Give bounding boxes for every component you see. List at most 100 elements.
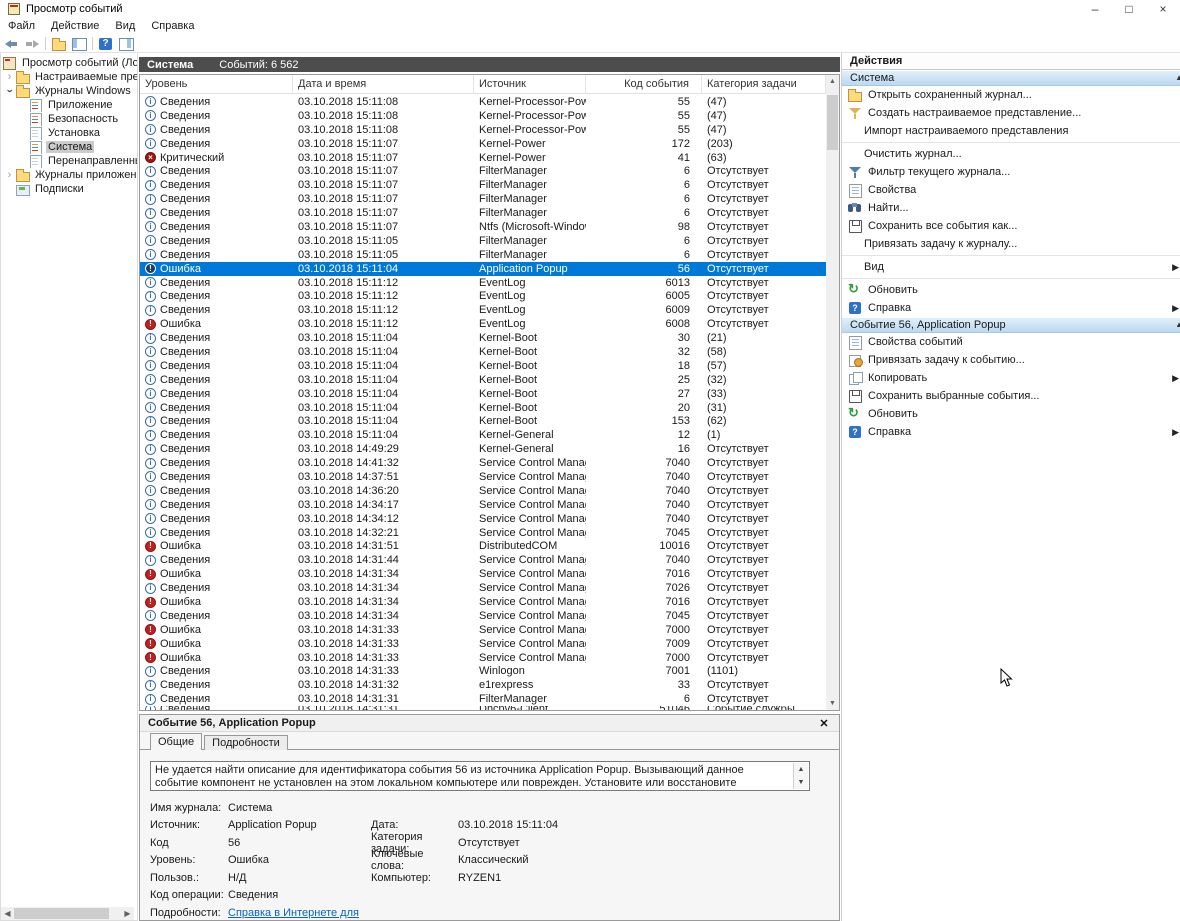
action-pane-button[interactable] xyxy=(116,36,136,52)
action-attach-task-to-log[interactable]: Привязать задачу к журналу... xyxy=(842,235,1180,253)
table-row[interactable]: i Сведения 03.10.2018 15:11:04 Kernel-Boot 1… xyxy=(140,414,826,428)
menu-item[interactable]: Действие xyxy=(43,18,107,35)
action-save-selected-events[interactable]: Сохранить выбранные события... xyxy=(842,387,1180,405)
table-row[interactable]: × Критический 03.10.2018 15:11:07 Kernel-Po… xyxy=(140,151,826,165)
sidebar-item[interactable]: Приложение xyxy=(1,98,137,112)
action-filter-current-log[interactable]: Фильтр текущего журнала... xyxy=(842,163,1180,181)
sidebar-item[interactable]: Система xyxy=(1,140,137,154)
table-row[interactable]: ! Ошибка 03.10.2018 14:31:33 Service Contro… xyxy=(140,651,826,665)
table-row[interactable]: i Сведения 03.10.2018 15:11:05 FilterManage… xyxy=(140,248,826,262)
action-save-all-events[interactable]: Сохранить все события как... xyxy=(842,217,1180,235)
sidebar-item[interactable]: Перенаправленные соб xyxy=(1,154,137,168)
column-header[interactable]: Источник xyxy=(474,75,586,94)
table-row[interactable]: i Сведения 03.10.2018 15:11:12 EventLog 6013… xyxy=(140,276,826,290)
table-row[interactable]: i Сведения 03.10.2018 15:11:04 Kernel-Boot 3… xyxy=(140,345,826,359)
table-row[interactable]: i Сведения 03.10.2018 14:49:29 Kernel-Gener… xyxy=(140,442,826,456)
actions-section-header[interactable]: Система ▲ xyxy=(842,70,1180,86)
action-event-properties[interactable]: Свойства событий xyxy=(842,333,1180,351)
sidebar-item[interactable]: › Журналы Windows xyxy=(1,84,137,98)
table-row[interactable]: i Сведения 03.10.2018 15:11:07 FilterManage… xyxy=(140,206,826,220)
sidebar-item[interactable]: Установка xyxy=(1,126,137,140)
action-copy[interactable]: Копировать ▶ xyxy=(842,369,1180,387)
column-header[interactable]: Код события xyxy=(586,75,702,94)
table-row[interactable]: i Сведения 03.10.2018 14:32:21 Service Cont… xyxy=(140,526,826,540)
table-row[interactable]: i Сведения 03.10.2018 14:31:31Dhcpv6-Clien… xyxy=(140,706,826,710)
table-row[interactable]: ! Ошибка 03.10.2018 14:31:51 DistributedCOM… xyxy=(140,540,826,554)
table-row[interactable]: i Сведения 03.10.2018 15:11:07 Ntfs (Micros… xyxy=(140,220,826,234)
action-attach-task-to-event[interactable]: Привязать задачу к событию... xyxy=(842,351,1180,369)
action-clear-log[interactable]: Очистить журнал... xyxy=(842,145,1180,163)
table-row[interactable]: i Сведения 03.10.2018 15:11:05 FilterManage… xyxy=(140,234,826,248)
table-row[interactable]: ! Ошибка 03.10.2018 14:31:33 Service Contro… xyxy=(140,623,826,637)
table-row[interactable]: i Сведения 03.10.2018 14:31:34 Service Cont… xyxy=(140,609,826,623)
tree-horizontal-scrollbar[interactable]: ◀ ▶ xyxy=(1,907,134,920)
details-close-icon[interactable]: ✕ xyxy=(817,717,831,730)
table-row[interactable]: ! Ошибка 03.10.2018 15:11:12 EventLog 6008 От… xyxy=(140,317,826,331)
back-button[interactable] xyxy=(2,36,22,52)
table-row[interactable]: i Сведения 03.10.2018 15:11:08 Kernel-Proce… xyxy=(140,109,826,123)
expander-expanded-icon[interactable]: › xyxy=(4,85,16,98)
column-header[interactable]: Уровень xyxy=(140,75,293,94)
action-properties[interactable]: Свойства xyxy=(842,181,1180,199)
table-row[interactable]: ! Ошибка 03.10.2018 15:11:04 Application Po… xyxy=(140,261,826,276)
table-row[interactable]: i Сведения 03.10.2018 14:34:12 Service Cont… xyxy=(140,512,826,526)
close-button[interactable]: × xyxy=(1146,0,1180,18)
actions-section-header[interactable]: Событие 56, Application Popup ▲ xyxy=(842,317,1180,333)
table-row[interactable]: i Сведения 03.10.2018 14:36:20 Service Cont… xyxy=(140,484,826,498)
action-refresh[interactable]: Обновить xyxy=(842,281,1180,299)
menu-item[interactable]: Вид xyxy=(107,18,143,35)
sidebar-item[interactable]: Просмотр событий (Локальнь xyxy=(1,56,137,70)
table-row[interactable]: i Сведения 03.10.2018 15:11:07 FilterManage… xyxy=(140,164,826,178)
table-row[interactable]: i Сведения 03.10.2018 15:11:04 Kernel-Boot 2… xyxy=(140,387,826,401)
sidebar-item[interactable]: Безопасность xyxy=(1,112,137,126)
action-help[interactable]: Справка ▶ xyxy=(842,299,1180,317)
action-help-event[interactable]: Справка ▶ xyxy=(842,423,1180,441)
help-button[interactable] xyxy=(96,36,116,52)
action-open-saved-log[interactable]: Открыть сохраненный журнал... xyxy=(842,86,1180,104)
scroll-down-icon[interactable]: ▼ xyxy=(826,697,839,710)
table-row[interactable]: i Сведения 03.10.2018 15:11:07 FilterManage… xyxy=(140,178,826,192)
action-find[interactable]: Найти... xyxy=(842,199,1180,217)
column-header[interactable]: Дата и время xyxy=(293,75,474,94)
sidebar-item[interactable]: › Настраиваемые представл xyxy=(1,70,137,84)
table-row[interactable]: ! Ошибка 03.10.2018 14:31:34 Service Contro… xyxy=(140,595,826,609)
table-row[interactable]: i Сведения 03.10.2018 14:31:33 Winlogon 7001… xyxy=(140,665,826,679)
tab-details[interactable]: Подробности xyxy=(204,735,288,750)
table-row[interactable]: i Сведения 03.10.2018 14:31:31 FilterManage… xyxy=(140,692,826,706)
table-row[interactable]: i Сведения 03.10.2018 14:31:32 e1rexpress 33… xyxy=(140,678,826,692)
table-row[interactable]: ! Ошибка 03.10.2018 14:31:34 Service Contro… xyxy=(140,567,826,581)
expander-collapsed-icon[interactable]: › xyxy=(3,169,16,181)
table-row[interactable]: i Сведения 03.10.2018 14:37:51 Service Cont… xyxy=(140,470,826,484)
maximize-button[interactable]: □ xyxy=(1112,0,1146,18)
scroll-down-icon[interactable]: ▼ xyxy=(794,776,808,789)
table-row[interactable]: i Сведения 03.10.2018 15:11:04 Kernel-Boot 3… xyxy=(140,331,826,345)
events-vertical-scrollbar[interactable]: ▲ ▼ xyxy=(826,75,839,710)
forward-button[interactable] xyxy=(22,36,42,52)
expander-collapsed-icon[interactable]: › xyxy=(3,71,16,83)
scroll-up-icon[interactable]: ▲ xyxy=(794,763,808,776)
table-row[interactable]: i Сведения 03.10.2018 14:31:44 Service Cont… xyxy=(140,553,826,567)
sidebar-item[interactable]: Подписки xyxy=(1,182,137,196)
tab-general[interactable]: Общие xyxy=(150,733,203,750)
scrollbar-thumb[interactable] xyxy=(827,95,838,150)
table-row[interactable]: i Сведения 03.10.2018 15:11:04 Kernel-Boot 1… xyxy=(140,359,826,373)
action-import-custom-view[interactable]: Импорт настраиваемого представления xyxy=(842,122,1180,140)
table-row[interactable]: i Сведения 03.10.2018 15:11:12 EventLog 6009… xyxy=(140,303,826,317)
open-saved-log-button[interactable] xyxy=(49,36,69,52)
collapse-icon[interactable]: ▲ xyxy=(1175,317,1180,333)
table-row[interactable]: i Сведения 03.10.2018 15:11:08 Kernel-Proce… xyxy=(140,123,826,137)
table-row[interactable]: i Сведения 03.10.2018 15:11:04 Kernel-Boot 2… xyxy=(140,401,826,415)
scrollbar-thumb[interactable] xyxy=(14,908,109,919)
sidebar-item[interactable]: › Журналы приложений и сл xyxy=(1,168,137,182)
column-header[interactable]: Категория задачи xyxy=(702,75,826,94)
online-help-link[interactable]: Справка в Интернете для xyxy=(228,907,371,919)
menu-item[interactable]: Файл xyxy=(0,18,43,35)
table-row[interactable]: i Сведения 03.10.2018 14:31:34 Service Cont… xyxy=(140,581,826,595)
table-row[interactable]: i Сведения 03.10.2018 15:11:07 Kernel-Power… xyxy=(140,137,826,151)
menu-item[interactable]: Справка xyxy=(143,18,202,35)
scroll-up-icon[interactable]: ▲ xyxy=(826,75,839,88)
table-row[interactable]: i Сведения 03.10.2018 15:11:07 FilterManage… xyxy=(140,192,826,206)
table-row[interactable]: i Сведения 03.10.2018 14:34:17 Service Cont… xyxy=(140,498,826,512)
scroll-left-icon[interactable]: ◀ xyxy=(1,907,14,920)
table-row[interactable]: i Сведения 03.10.2018 15:11:04 Kernel-Boot 2… xyxy=(140,373,826,387)
